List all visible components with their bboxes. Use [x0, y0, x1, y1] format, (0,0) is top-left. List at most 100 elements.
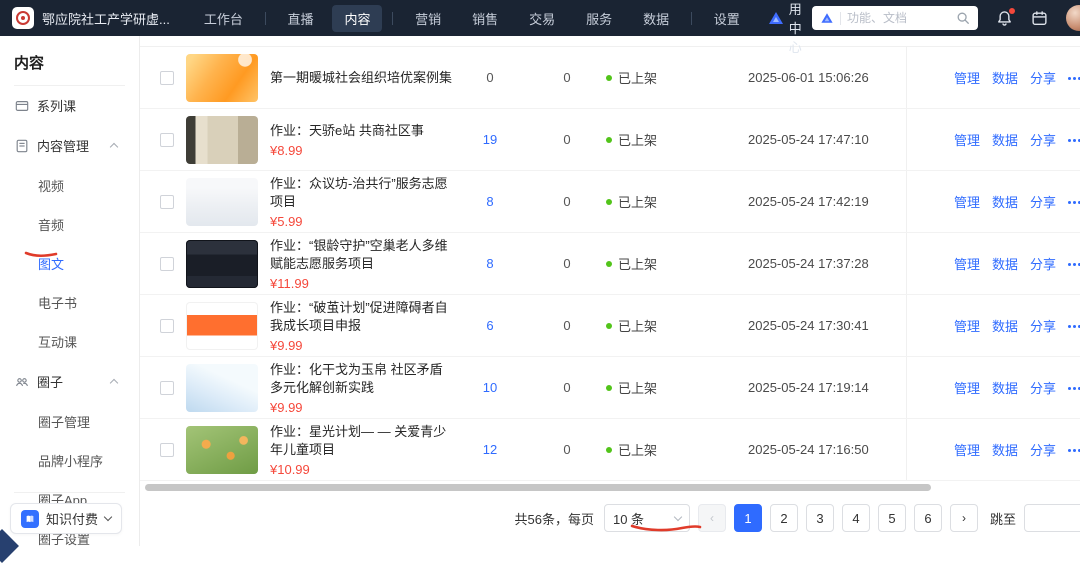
- row-count-primary[interactable]: 19: [452, 132, 528, 147]
- sidebar-item-series-course[interactable]: 系列课: [0, 86, 139, 125]
- sidebar-item-audio[interactable]: 音频: [0, 205, 139, 244]
- row-checkbox[interactable]: [160, 257, 174, 271]
- next-page-button[interactable]: ›: [950, 504, 978, 532]
- row-checkbox[interactable]: [160, 195, 174, 209]
- nav-item-settings[interactable]: 设置: [702, 5, 752, 32]
- row-checkbox[interactable]: [160, 71, 174, 85]
- manage-link[interactable]: 管理: [954, 130, 980, 149]
- jump-to-input[interactable]: [1024, 504, 1080, 532]
- nav-item-data[interactable]: 数据: [631, 5, 681, 32]
- sidebar-item-interactive-course[interactable]: 互动课: [0, 322, 139, 361]
- row-thumbnail[interactable]: [186, 116, 258, 164]
- data-link[interactable]: 数据: [992, 68, 1018, 87]
- more-actions-icon[interactable]: [1068, 386, 1080, 390]
- global-search[interactable]: [812, 6, 978, 30]
- more-actions-icon[interactable]: [1068, 448, 1080, 452]
- share-link[interactable]: 分享: [1030, 316, 1056, 335]
- more-actions-icon[interactable]: [1068, 262, 1080, 266]
- data-link[interactable]: 数据: [992, 316, 1018, 335]
- sidebar-item-brand-miniprogram[interactable]: 品牌小程序: [0, 441, 139, 480]
- row-count-primary[interactable]: 6: [452, 318, 528, 333]
- page-button-1[interactable]: 1: [734, 504, 762, 532]
- row-count-primary[interactable]: 12: [452, 442, 528, 457]
- page-button-4[interactable]: 4: [842, 504, 870, 532]
- nav-item-sales[interactable]: 销售: [460, 5, 510, 32]
- page-size-select[interactable]: 10 条: [604, 504, 690, 532]
- share-link[interactable]: 分享: [1030, 254, 1056, 273]
- row-title[interactable]: 作业：星光计划— — 关爱青少年儿童项目: [270, 423, 452, 459]
- sidebar: 内容 系列课 内容管理 视频 音频 图文 电子书 互动课 圈子 圈子管理 品牌小…: [0, 36, 140, 546]
- data-link[interactable]: 数据: [992, 254, 1018, 273]
- app-center-button[interactable]: 应用中心: [769, 0, 812, 56]
- sidebar-item-video[interactable]: 视频: [0, 166, 139, 205]
- knowledge-pay-switcher[interactable]: 知识付费: [10, 503, 122, 534]
- row-count-primary[interactable]: 10: [452, 380, 528, 395]
- nav-item-workbench[interactable]: 工作台: [192, 5, 255, 32]
- row-thumbnail[interactable]: [186, 178, 258, 226]
- manage-link[interactable]: 管理: [954, 254, 980, 273]
- row-count-primary[interactable]: 8: [452, 256, 528, 271]
- sidebar-item-ebook[interactable]: 电子书: [0, 283, 139, 322]
- manage-link[interactable]: 管理: [954, 316, 980, 335]
- nav-item-service[interactable]: 服务: [574, 5, 624, 32]
- row-title[interactable]: 作业：“破茧计划”促进障碍者自我成长项目申报: [270, 299, 452, 335]
- row-thumbnail[interactable]: [186, 240, 258, 288]
- sidebar-item-circle-management[interactable]: 圈子管理: [0, 402, 139, 441]
- data-link[interactable]: 数据: [992, 192, 1018, 211]
- prev-page-button[interactable]: ‹: [698, 504, 726, 532]
- more-actions-icon[interactable]: [1068, 76, 1080, 80]
- row-count-secondary: 0: [528, 194, 606, 209]
- user-avatar[interactable]: [1066, 5, 1080, 31]
- data-link[interactable]: 数据: [992, 130, 1018, 149]
- search-icon[interactable]: [956, 11, 970, 25]
- share-link[interactable]: 分享: [1030, 440, 1056, 459]
- row-title[interactable]: 作业：众议坊-治共行”服务志愿项目: [270, 175, 452, 211]
- row-checkbox[interactable]: [160, 443, 174, 457]
- next-arrow-icon: ›: [962, 511, 966, 525]
- manage-link[interactable]: 管理: [954, 192, 980, 211]
- row-thumbnail[interactable]: [186, 54, 258, 102]
- page-button-2[interactable]: 2: [770, 504, 798, 532]
- sidebar-group-circle[interactable]: 圈子: [0, 361, 139, 402]
- search-input[interactable]: [847, 11, 950, 25]
- share-link[interactable]: 分享: [1030, 378, 1056, 397]
- manage-link[interactable]: 管理: [954, 68, 980, 87]
- row-checkbox[interactable]: [160, 319, 174, 333]
- share-link[interactable]: 分享: [1030, 130, 1056, 149]
- data-link[interactable]: 数据: [992, 378, 1018, 397]
- row-thumbnail[interactable]: [186, 302, 258, 350]
- more-actions-icon[interactable]: [1068, 324, 1080, 328]
- horizontal-scrollbar[interactable]: [145, 484, 931, 491]
- data-link[interactable]: 数据: [992, 440, 1018, 459]
- nav-item-live[interactable]: 直播: [275, 5, 325, 32]
- page-button-3[interactable]: 3: [806, 504, 834, 532]
- nav-divider: [691, 12, 692, 25]
- manage-link[interactable]: 管理: [954, 378, 980, 397]
- notification-bell-icon[interactable]: [996, 10, 1013, 27]
- row-title[interactable]: 作业：“银龄守护”空巢老人多维赋能志愿服务项目: [270, 237, 452, 273]
- row-title[interactable]: 第一期暖城社会组织培优案例集: [270, 69, 452, 87]
- workspace-name[interactable]: 鄂应院社工产学研虚...: [42, 9, 170, 28]
- row-count-secondary: 0: [528, 380, 606, 395]
- sidebar-group-content-management[interactable]: 内容管理: [0, 125, 139, 166]
- row-title[interactable]: 作业：化干戈为玉帛 社区矛盾多元化解创新实践: [270, 361, 452, 397]
- nav-item-marketing[interactable]: 营销: [403, 5, 453, 32]
- workspace-logo-icon[interactable]: [12, 7, 34, 29]
- sidebar-item-article[interactable]: 图文: [0, 244, 139, 283]
- row-checkbox[interactable]: [160, 133, 174, 147]
- row-checkbox[interactable]: [160, 381, 174, 395]
- row-title[interactable]: 作业：天骄e站 共商社区事: [270, 122, 452, 140]
- row-thumbnail[interactable]: [186, 364, 258, 412]
- nav-item-content[interactable]: 内容: [332, 5, 382, 32]
- nav-item-trade[interactable]: 交易: [517, 5, 567, 32]
- more-actions-icon[interactable]: [1068, 138, 1080, 142]
- calendar-icon[interactable]: [1031, 10, 1048, 27]
- share-link[interactable]: 分享: [1030, 192, 1056, 211]
- page-button-5[interactable]: 5: [878, 504, 906, 532]
- page-button-6[interactable]: 6: [914, 504, 942, 532]
- row-thumbnail[interactable]: [186, 426, 258, 474]
- row-count-primary[interactable]: 8: [452, 194, 528, 209]
- manage-link[interactable]: 管理: [954, 440, 980, 459]
- more-actions-icon[interactable]: [1068, 200, 1080, 204]
- share-link[interactable]: 分享: [1030, 68, 1056, 87]
